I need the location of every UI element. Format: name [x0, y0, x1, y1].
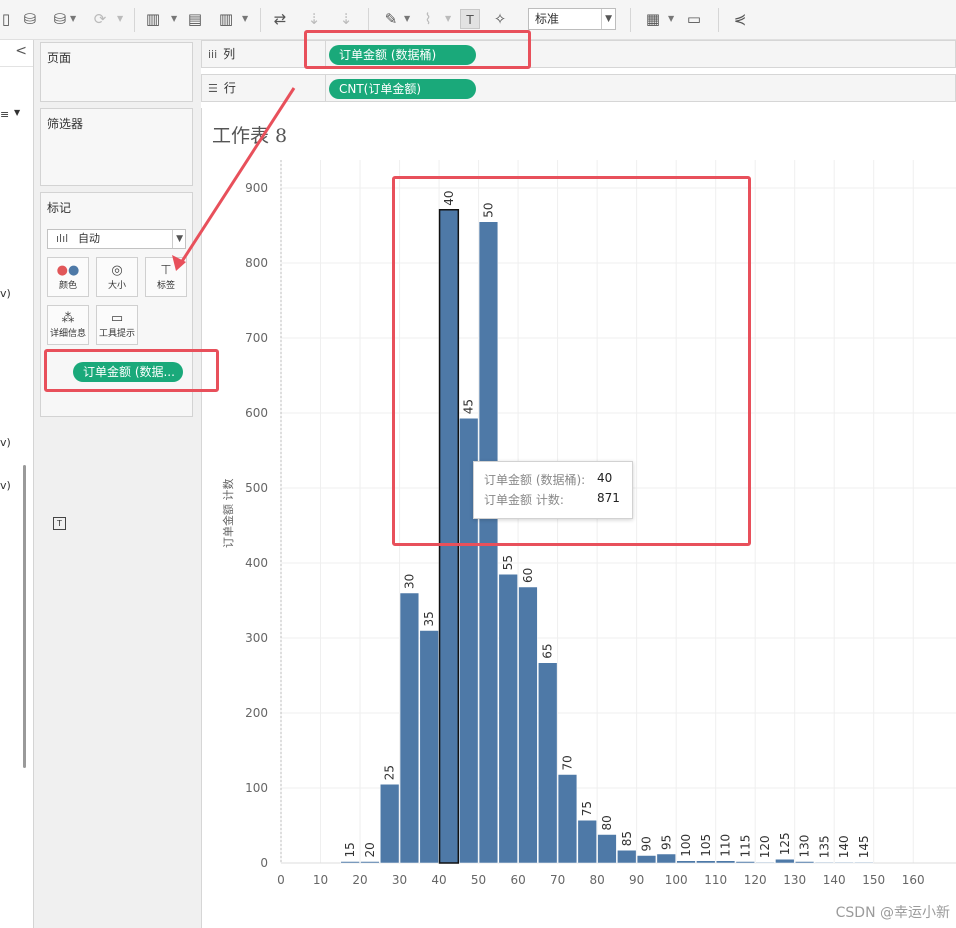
x-tick-label: 120 — [744, 873, 767, 887]
bar-data-label: 110 — [719, 834, 733, 857]
x-tick-label: 60 — [510, 873, 525, 887]
x-tick-label: 140 — [823, 873, 846, 887]
bar-data-label: 85 — [620, 831, 634, 846]
bar-data-label: 75 — [580, 801, 594, 816]
annotation-box-mark-field — [44, 349, 219, 392]
bar-data-label: 65 — [541, 643, 555, 658]
histogram-bar — [814, 862, 834, 864]
histogram-bar — [577, 820, 597, 864]
histogram-bar — [735, 861, 755, 864]
y-tick-label: 0 — [260, 856, 268, 870]
bar-data-label: 115 — [738, 835, 752, 858]
x-tick-label: 10 — [313, 873, 328, 887]
x-tick-label: 40 — [431, 873, 446, 887]
histogram-bar — [518, 586, 538, 864]
histogram-bar — [380, 784, 400, 864]
histogram-bar — [617, 850, 637, 864]
x-tick-label: 30 — [392, 873, 407, 887]
histogram-bar — [340, 861, 360, 864]
y-tick-label: 800 — [245, 256, 268, 270]
y-tick-label: 700 — [245, 331, 268, 345]
bar-data-label: 130 — [798, 835, 812, 858]
y-tick-label: 100 — [245, 781, 268, 795]
y-tick-label: 900 — [245, 181, 268, 195]
bar-data-label: 135 — [817, 835, 831, 858]
bar-data-label: 15 — [343, 842, 357, 857]
bar-data-label: 95 — [659, 835, 673, 850]
x-tick-label: 90 — [629, 873, 644, 887]
histogram-bar — [360, 861, 380, 864]
y-tick-label: 600 — [245, 406, 268, 420]
x-tick-label: 100 — [665, 873, 688, 887]
bar-data-label: 90 — [640, 836, 654, 851]
y-tick-label: 200 — [245, 706, 268, 720]
histogram-bar — [597, 834, 617, 864]
annotation-box-columns — [304, 30, 531, 69]
y-tick-label: 400 — [245, 556, 268, 570]
bar-data-label: 20 — [363, 842, 377, 857]
bar-data-label: 25 — [383, 765, 397, 780]
bar-data-label: 55 — [501, 555, 515, 570]
bar-data-label: 140 — [837, 835, 851, 858]
x-tick-label: 150 — [862, 873, 885, 887]
x-tick-label: 70 — [550, 873, 565, 887]
bar-data-label: 120 — [758, 835, 772, 858]
histogram-bar — [656, 853, 676, 864]
histogram-bar — [676, 860, 696, 864]
x-tick-label: 160 — [902, 873, 925, 887]
histogram-bar — [794, 861, 815, 864]
bar-data-label: 70 — [560, 755, 574, 770]
histogram-bar — [557, 774, 578, 864]
histogram-bar — [498, 574, 518, 864]
bar-data-label: 35 — [422, 611, 436, 626]
watermark: CSDN @幸运小新 — [835, 905, 950, 921]
y-tick-label: 300 — [245, 631, 268, 645]
histogram-bar — [399, 592, 420, 864]
bar-data-label: 80 — [600, 815, 614, 830]
histogram-bar — [538, 662, 558, 864]
histogram-bar — [854, 862, 874, 864]
bar-data-label: 125 — [778, 832, 792, 855]
histogram-bar — [834, 862, 854, 864]
histogram-bar — [419, 630, 439, 864]
x-tick-label: 80 — [589, 873, 604, 887]
bar-data-label: 145 — [857, 835, 871, 858]
histogram-bar — [755, 862, 775, 864]
bar-data-label: 60 — [521, 568, 535, 583]
histogram-bar — [636, 855, 657, 864]
bar-data-label: 105 — [699, 834, 713, 857]
x-tick-label: 50 — [471, 873, 486, 887]
histogram-bar — [715, 860, 736, 864]
x-tick-label: 130 — [783, 873, 806, 887]
histogram-bar — [696, 860, 716, 864]
bar-data-label: 30 — [402, 574, 416, 589]
bar-data-label: 100 — [679, 834, 693, 857]
annotation-box-chart — [392, 176, 751, 546]
x-tick-label: 110 — [704, 873, 727, 887]
y-tick-label: 500 — [245, 481, 268, 495]
histogram-bar — [775, 859, 795, 864]
x-tick-label: 0 — [277, 873, 285, 887]
x-tick-label: 20 — [352, 873, 367, 887]
